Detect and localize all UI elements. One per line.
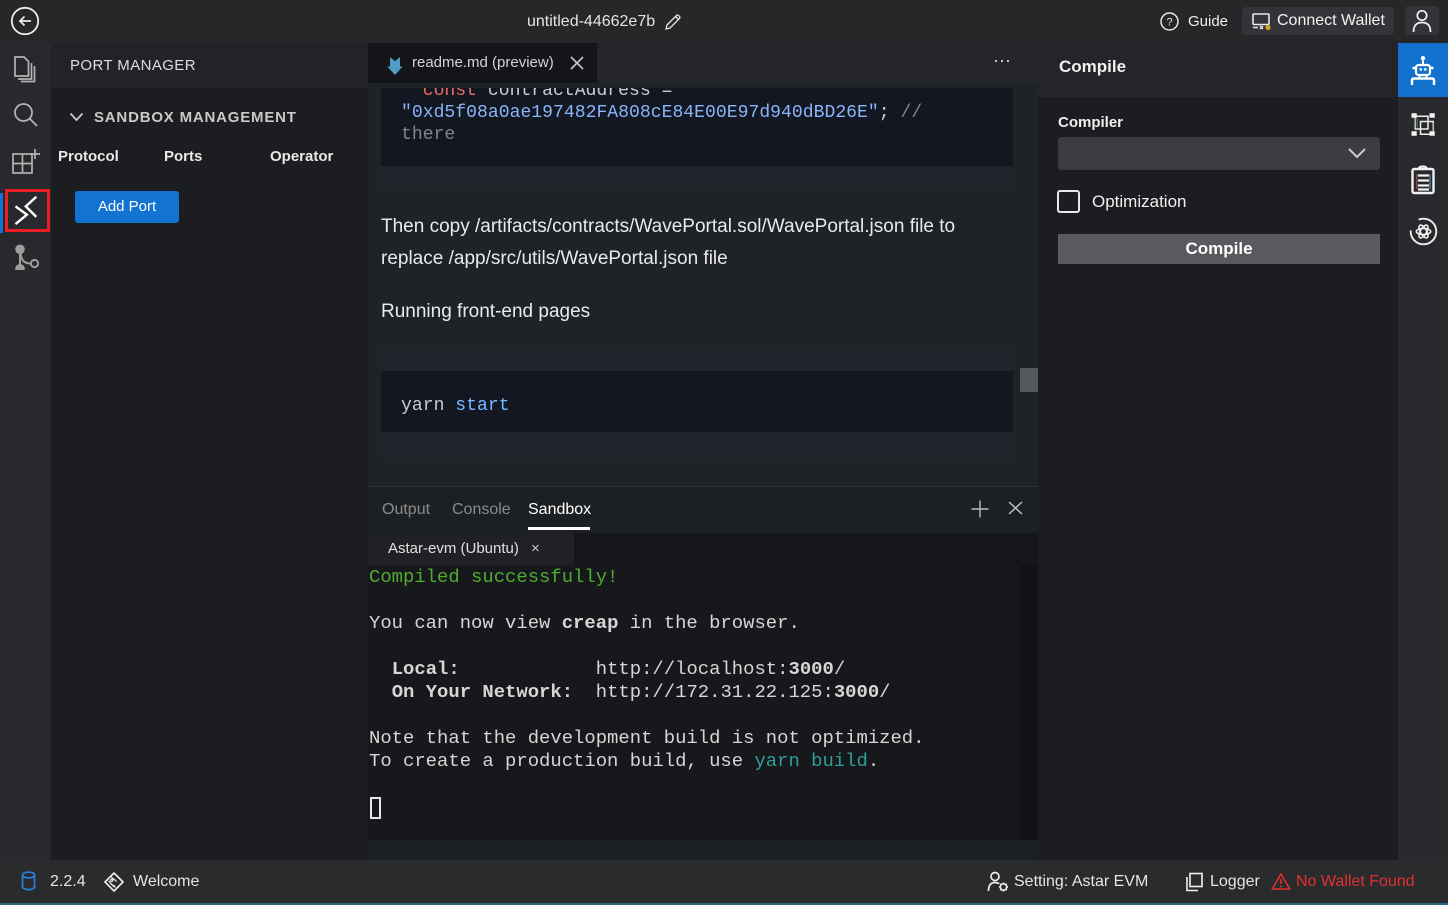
svg-text:?: ? — [1166, 17, 1172, 29]
